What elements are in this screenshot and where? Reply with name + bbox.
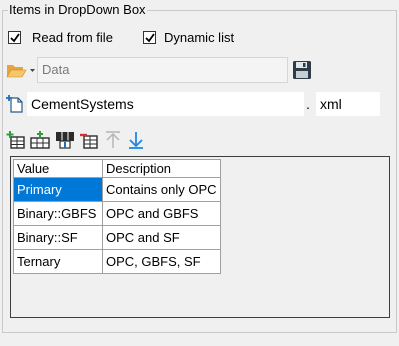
add-row-button[interactable] (6, 130, 26, 150)
table-row[interactable]: Binary::GBFS OPC and GBFS (13, 201, 221, 226)
delete-row-icon (80, 133, 98, 149)
file-name-input[interactable]: CementSystems (27, 92, 304, 116)
save-disk-icon (293, 61, 311, 79)
move-up-icon (106, 131, 120, 148)
items-list-pane: Value Description Primary Contains only … (10, 156, 390, 318)
insert-column-icon (56, 132, 74, 149)
description-cell[interactable]: OPC, GBFS, SF (102, 249, 221, 274)
column-header-description[interactable]: Description (102, 159, 221, 178)
description-cell[interactable]: OPC and GBFS (102, 201, 221, 226)
value-cell[interactable]: Binary::GBFS (13, 201, 103, 226)
table-header-row: Value Description (13, 159, 221, 178)
checkmark-icon (145, 33, 155, 43)
browse-folder-button[interactable] (6, 60, 36, 80)
insert-column-button[interactable] (55, 130, 75, 150)
value-cell[interactable]: Binary::SF (13, 225, 103, 250)
insert-row-icon (30, 131, 50, 149)
group-title: Items in DropDown Box (8, 2, 147, 17)
save-button[interactable] (291, 59, 313, 81)
read-from-file-label[interactable]: Read from file (32, 30, 113, 46)
folder-open-icon (6, 65, 35, 78)
column-header-value[interactable]: Value (13, 159, 103, 178)
checkmark-icon (10, 33, 20, 43)
description-cell[interactable]: OPC and SF (102, 225, 221, 250)
extension-separator: . (306, 96, 310, 112)
move-down-button[interactable] (126, 130, 146, 150)
value-cell[interactable]: Ternary (13, 249, 103, 274)
table-row[interactable]: Ternary OPC, GBFS, SF (13, 249, 221, 274)
items-table: Value Description Primary Contains only … (13, 159, 221, 274)
table-row[interactable]: Primary Contains only OPC (13, 177, 221, 202)
move-down-icon (129, 132, 143, 149)
data-path-input[interactable]: Data (37, 57, 288, 83)
file-extension-input[interactable]: xml (316, 92, 380, 116)
delete-row-button[interactable] (79, 130, 99, 150)
read-from-file-checkbox[interactable] (8, 31, 21, 44)
dynamic-list-label[interactable]: Dynamic list (164, 30, 234, 46)
value-cell[interactable]: Primary (13, 177, 103, 202)
insert-row-button[interactable] (30, 130, 50, 150)
add-row-icon (6, 131, 25, 149)
move-up-button[interactable] (103, 130, 123, 150)
dynamic-list-checkbox[interactable] (143, 31, 156, 44)
table-row[interactable]: Binary::SF OPC and SF (13, 225, 221, 250)
description-cell[interactable]: Contains only OPC (102, 177, 221, 202)
new-file-button[interactable] (5, 94, 25, 114)
new-document-icon (6, 95, 23, 113)
